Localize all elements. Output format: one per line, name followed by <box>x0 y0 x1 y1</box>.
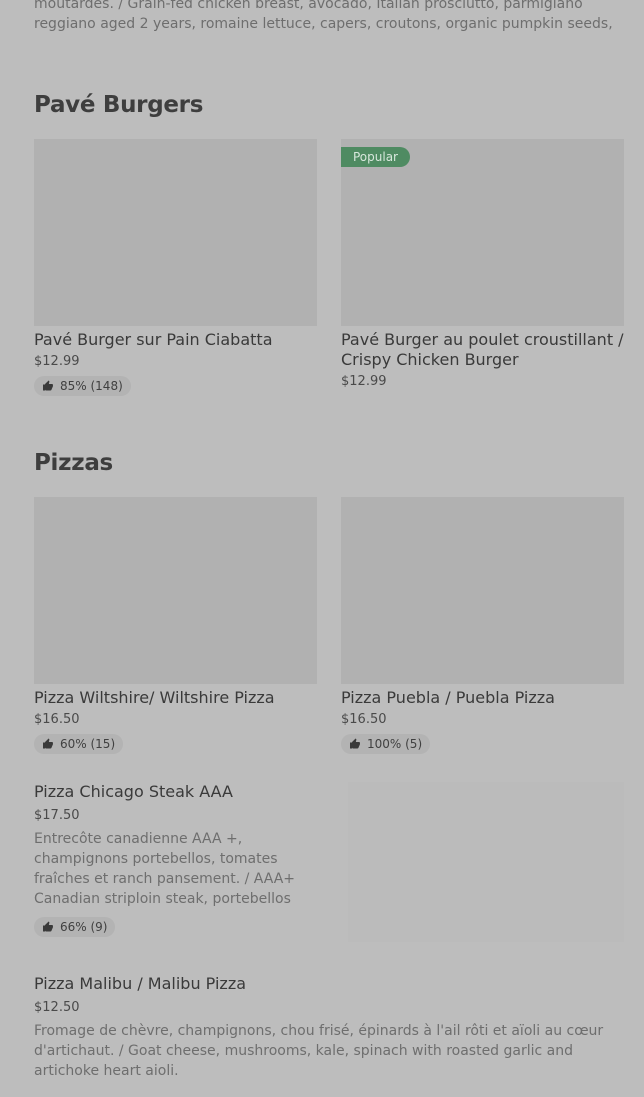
item-image[interactable] <box>348 782 624 942</box>
menu-item-card[interactable]: Pizza Puebla / Puebla Pizza $16.50 100% … <box>341 497 624 754</box>
thumbs-up-icon <box>43 921 53 932</box>
thumbs-up-icon <box>43 380 53 391</box>
rating-text: 66% (9) <box>60 920 108 934</box>
item-image[interactable] <box>34 497 317 684</box>
item-price: $12.99 <box>341 374 387 389</box>
item-name: Pizza Malibu / Malibu Pizza <box>34 974 247 993</box>
rating-text: 85% (148) <box>60 379 123 393</box>
item-name: Pizza Chicago Steak AAA <box>34 782 233 801</box>
menu-list-item[interactable]: Pizza Malibu / Malibu Pizza $12.50 Froma… <box>34 974 614 1081</box>
rating-badge: 100% (5) <box>341 734 431 754</box>
rating-badge: 85% (148) <box>34 376 131 396</box>
item-description: Fromage de chèvre, champignons, chou fri… <box>34 1023 604 1079</box>
item-name: Pavé Burger sur Pain Ciabatta <box>34 330 273 349</box>
item-description: Entrecôte canadienne AAA +, champignons … <box>34 831 296 907</box>
item-name: Pizza Puebla / Puebla Pizza <box>341 688 555 707</box>
section-title-pizzas: Pizzas <box>34 450 113 476</box>
item-image[interactable]: Popular <box>341 139 624 326</box>
thumbs-up-icon <box>350 738 360 749</box>
item-image[interactable] <box>341 497 624 684</box>
rating-text: 100% (5) <box>367 737 423 751</box>
item-name: Pavé Burger au poulet croustillant / Cri… <box>341 330 624 369</box>
item-price: $16.50 <box>34 712 80 727</box>
menu-item-card[interactable]: Popular Pavé Burger au poulet croustilla… <box>341 139 624 389</box>
previous-item-description: moutardes. / Grain-fed chicken breast, a… <box>34 0 613 32</box>
item-image[interactable] <box>34 139 317 326</box>
item-price: $16.50 <box>341 712 387 727</box>
item-price: $12.50 <box>34 1000 80 1015</box>
rating-badge: 66% (9) <box>34 917 116 937</box>
menu-list-item[interactable]: Pizza Chicago Steak AAA $17.50 Entrecôte… <box>34 782 330 937</box>
rating-text: 60% (15) <box>60 737 116 751</box>
item-price: $12.99 <box>34 354 80 369</box>
menu-item-card[interactable]: Pizza Wiltshire/ Wiltshire Pizza $16.50 … <box>34 497 317 754</box>
item-price: $17.50 <box>34 808 80 823</box>
section-title-pave-burgers: Pavé Burgers <box>34 92 204 118</box>
item-name: Pizza Wiltshire/ Wiltshire Pizza <box>34 688 275 707</box>
popular-badge: Popular <box>341 147 410 167</box>
menu-item-card[interactable]: Pavé Burger sur Pain Ciabatta $12.99 85%… <box>34 139 317 396</box>
thumbs-up-icon <box>43 738 53 749</box>
rating-badge: 60% (15) <box>34 734 124 754</box>
